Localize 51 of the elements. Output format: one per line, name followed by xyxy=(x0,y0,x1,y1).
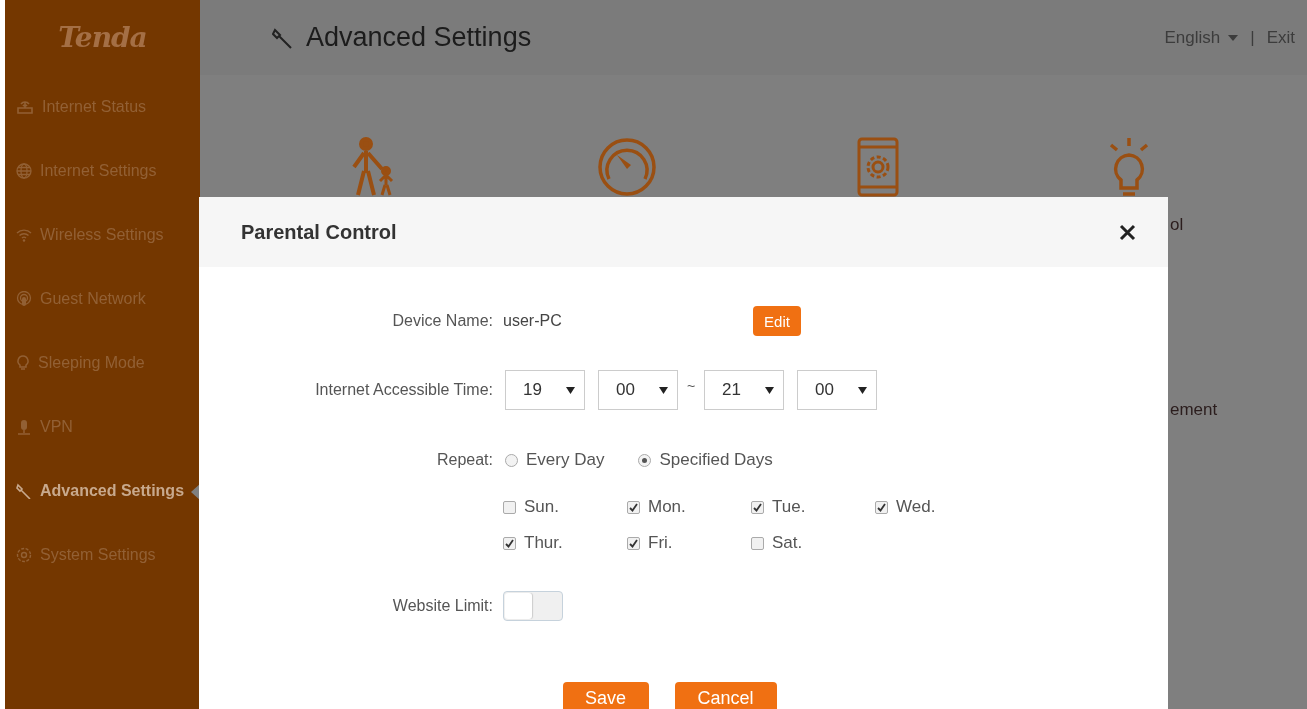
day-option[interactable]: Sat. xyxy=(751,533,875,553)
gear-icon xyxy=(16,547,32,563)
field-label: Repeat: xyxy=(435,451,493,469)
toggle-switch[interactable] xyxy=(503,591,563,621)
field-label: Device Name: xyxy=(391,312,493,330)
day-option[interactable]: Wed. xyxy=(875,497,999,517)
checkbox[interactable] xyxy=(751,536,764,550)
radio-button[interactable] xyxy=(638,453,652,467)
day-option[interactable]: Sun. xyxy=(503,497,627,517)
checkbox[interactable] xyxy=(627,500,640,514)
bulb-icon xyxy=(16,355,30,371)
checkbox[interactable] xyxy=(875,500,888,514)
wifi-icon xyxy=(16,228,32,242)
field-label: Website Limit: xyxy=(391,597,493,615)
range-separator: ~ xyxy=(685,378,697,394)
hotspot-icon xyxy=(16,291,32,307)
caret-icon xyxy=(858,386,867,394)
repeat-option[interactable]: Every Day xyxy=(505,450,605,470)
tablet-gear-icon xyxy=(856,137,899,197)
feature-label: ol xyxy=(1170,215,1185,235)
gauge-icon xyxy=(596,137,657,197)
page-title: Advanced Settings xyxy=(306,22,533,53)
wrench-icon xyxy=(16,483,32,499)
logo: Tenda xyxy=(57,20,148,56)
time-select[interactable]: 00 xyxy=(797,370,877,410)
time-select[interactable]: 19 xyxy=(505,370,585,410)
separator: | xyxy=(1250,27,1255,48)
globe-icon xyxy=(16,163,32,179)
field-label: Internet Accessible Time: xyxy=(314,381,493,399)
dialog-title: Parental Control xyxy=(241,220,397,244)
day-option[interactable]: Thur. xyxy=(503,533,627,553)
caret-icon xyxy=(765,386,774,394)
checkbox[interactable] xyxy=(503,500,516,514)
caret-icon xyxy=(566,386,575,394)
checkbox[interactable] xyxy=(627,536,640,550)
day-option[interactable]: Fri. xyxy=(627,533,751,553)
device-name-value: user-PC xyxy=(503,312,563,330)
caret-icon xyxy=(1228,34,1239,41)
checkbox[interactable] xyxy=(751,500,764,514)
day-option[interactable]: Tue. xyxy=(751,497,875,517)
feature-label: ement xyxy=(1170,400,1219,420)
router-icon xyxy=(16,99,34,115)
day-option[interactable]: Mon. xyxy=(627,497,751,517)
sidebar-item[interactable]: Advanced Settings xyxy=(40,482,185,500)
repeat-option[interactable]: Specified Days xyxy=(638,450,773,470)
time-select[interactable]: 21 xyxy=(704,370,784,410)
radio-button[interactable] xyxy=(505,453,518,467)
caret-icon xyxy=(659,386,668,394)
checkbox[interactable] xyxy=(503,536,516,550)
wrench-icon xyxy=(272,26,294,49)
time-select[interactable]: 00 xyxy=(598,370,678,410)
